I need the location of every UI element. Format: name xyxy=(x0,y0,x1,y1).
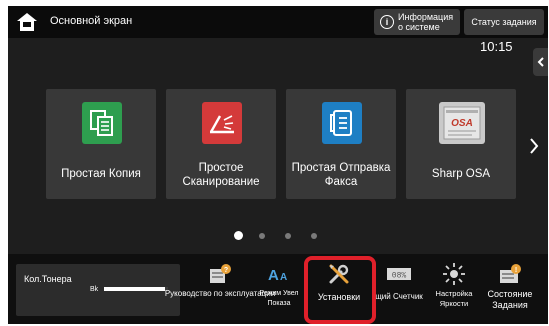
tile-easy-scan[interactable]: Простое Сканирование xyxy=(166,89,276,199)
text-size-icon: A A xyxy=(267,262,291,286)
top-bar: Основной экран i Информация о системе Ст… xyxy=(8,6,548,38)
svg-text:!: ! xyxy=(515,267,517,274)
brightness-label: Настройка Яркости xyxy=(435,289,473,308)
tile-easy-fax[interactable]: Простая Отправка Факса xyxy=(286,89,396,199)
job-status-button[interactable]: Статус задания xyxy=(464,9,544,35)
sharp-osa-icon: OSA xyxy=(439,102,485,144)
chevron-left-icon xyxy=(537,57,544,67)
scan-icon xyxy=(202,102,242,144)
magnify-mode-label: Режим Увел Показа xyxy=(259,290,299,307)
bottom-bar: Кол.Тонера Bk ? Руководство по эксплуата… xyxy=(8,254,548,324)
svg-text:08%: 08% xyxy=(392,272,407,281)
home-screen: Основной экран i Информация о системе Ст… xyxy=(8,6,548,324)
info-icon: i xyxy=(380,15,394,29)
side-panel-tab[interactable] xyxy=(533,48,548,76)
manual-button[interactable]: ? Руководство по эксплуатации xyxy=(165,258,275,322)
tile-label: Простая Отправка Факса xyxy=(291,162,391,188)
chevron-right-icon xyxy=(530,138,539,154)
job-status-bottom-label: Состояние Задания xyxy=(487,289,533,310)
manual-icon: ? xyxy=(208,262,232,286)
tile-easy-copy[interactable]: Простая Копия xyxy=(46,89,156,199)
job-status-bottom-button[interactable]: ! Состояние Задания xyxy=(480,258,540,322)
page-dot-2[interactable] xyxy=(259,233,265,239)
page-dot-4[interactable] xyxy=(311,233,317,239)
svg-text:?: ? xyxy=(224,267,228,274)
toner-level-bar xyxy=(104,287,168,291)
screen-title: Основной экран xyxy=(50,15,133,27)
toner-channel-label: Bk xyxy=(90,286,99,293)
toner-label: Кол.Тонера xyxy=(24,274,72,284)
svg-text:A: A xyxy=(268,267,279,284)
copy-icon xyxy=(82,102,122,144)
job-status-icon: ! xyxy=(498,262,522,286)
total-count-button[interactable]: 08% щий Счетчик xyxy=(372,258,426,322)
home-button[interactable] xyxy=(14,10,40,34)
fax-icon xyxy=(322,102,362,144)
total-count-label: щий Счетчик xyxy=(375,292,423,301)
system-info-label: Информация о системе xyxy=(398,12,454,32)
toner-level-fill xyxy=(104,287,165,291)
svg-text:OSA: OSA xyxy=(451,118,473,129)
magnify-mode-button[interactable]: A A Режим Увел Показа xyxy=(252,258,306,322)
tile-label: Простое Сканирование xyxy=(182,162,260,188)
brightness-icon xyxy=(442,262,466,286)
settings-highlight-frame xyxy=(304,256,376,324)
clock: 10:15 xyxy=(480,39,513,54)
home-icon xyxy=(17,13,37,31)
system-info-button[interactable]: i Информация о системе xyxy=(374,9,460,35)
svg-text:A: A xyxy=(280,272,287,283)
page-dot-1[interactable] xyxy=(234,231,243,240)
tile-label: Простая Копия xyxy=(61,168,141,180)
next-page-button[interactable] xyxy=(526,134,542,158)
tile-sharp-osa[interactable]: OSA Sharp OSA xyxy=(406,89,516,199)
counter-icon: 08% xyxy=(386,262,412,286)
brightness-button[interactable]: Настройка Яркости xyxy=(428,258,480,322)
page-dot-3[interactable] xyxy=(285,233,291,239)
tile-label: Sharp OSA xyxy=(431,168,491,180)
